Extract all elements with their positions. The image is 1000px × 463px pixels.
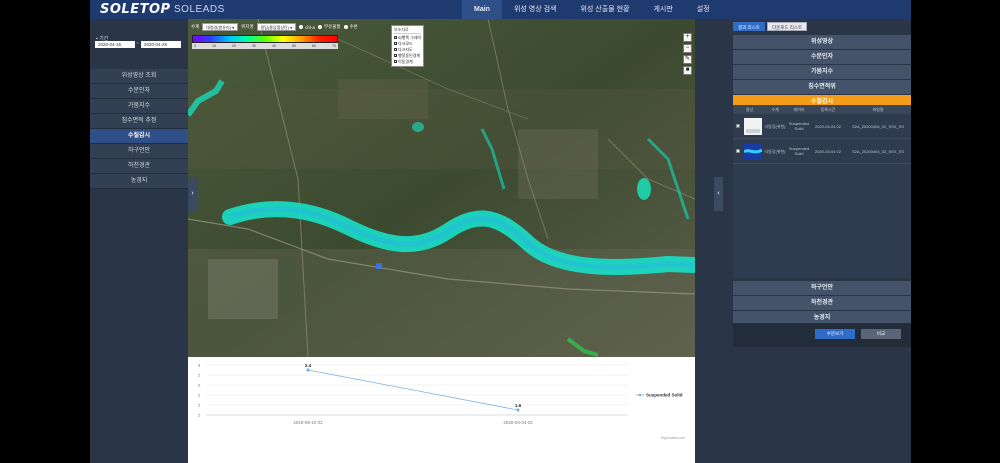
menu-satellite-view[interactable]: 위성영상 조회 bbox=[90, 69, 188, 84]
chevron-left-icon: ‹ bbox=[717, 190, 720, 197]
radio-temperature[interactable]: 수온 bbox=[343, 24, 358, 30]
action-bar: 수문보기 비교 bbox=[733, 323, 911, 347]
y-tick-label: 2 bbox=[198, 373, 201, 378]
menu-flood-area[interactable]: 침수면적 추정 bbox=[90, 114, 188, 129]
checkbox-icon bbox=[394, 36, 397, 40]
category-river-landscape[interactable]: 하천경관 bbox=[733, 296, 911, 311]
view-hydro-button[interactable]: 수문보기 bbox=[815, 329, 855, 339]
radio-chla[interactable]: chl-a bbox=[299, 25, 315, 30]
y-tick-label: 2 bbox=[198, 383, 201, 388]
tab-results[interactable]: 결과 리스트 bbox=[733, 22, 765, 31]
zoom-in-button[interactable]: + bbox=[683, 33, 692, 42]
row-checkbox[interactable] bbox=[736, 149, 740, 153]
color-scale-bar bbox=[192, 35, 338, 43]
checkbox-icon bbox=[394, 60, 397, 64]
map-imagery bbox=[188, 19, 695, 357]
left-menu: 위성영상 조회 수문인자 가뭄지수 침수면적 추정 수질감시 하구언안 하천경관… bbox=[90, 69, 188, 189]
nav-settings[interactable]: 설정 bbox=[685, 0, 722, 19]
date-from-input[interactable]: 2020-04-15 bbox=[95, 41, 135, 48]
layer-panel: 보조자료 씨행쪽 그레이 다크모드 다크지도 행정동인경계 이동경계 bbox=[391, 25, 424, 67]
color-scale-ticks: 0 10 20 30 40 50 60 70 bbox=[192, 43, 338, 49]
nav-output-status[interactable]: 위성 산출물 현황 bbox=[568, 0, 641, 19]
table-row[interactable]: 낙동강(위천) Suspended Solid 2020-04-04 02 S2… bbox=[733, 139, 911, 164]
square-tool-button[interactable]: ■ bbox=[683, 66, 692, 75]
result-table: 영상 수계 데이터 등록시간 파일명 ✓ 낙동강(위천) Suspended S… bbox=[733, 105, 911, 278]
chart-credit: Highcharts.com bbox=[661, 436, 685, 440]
date-to-input[interactable]: 2020-04-28 bbox=[141, 41, 181, 48]
y-tick-label: 2 bbox=[198, 393, 201, 398]
point-label: 위치명 bbox=[241, 24, 254, 29]
map-tools: + − ✎ ■ bbox=[683, 33, 692, 77]
category-list-bottom: 하구언안 하천경관 농경지 bbox=[733, 281, 911, 326]
y-tick-label: 2 bbox=[198, 413, 201, 418]
menu-farmland[interactable]: 농경지 bbox=[90, 174, 188, 189]
x-tick-label: 2020-04-04 02 bbox=[503, 420, 533, 425]
layer-option[interactable]: 이동경계 bbox=[394, 59, 421, 65]
thumbnail-image[interactable] bbox=[743, 117, 762, 135]
nav-main[interactable]: Main bbox=[462, 0, 502, 19]
draw-button[interactable]: ✎ bbox=[683, 55, 692, 64]
main-nav: Main 위성 영상 검색 위성 산출물 현황 게시판 설정 bbox=[462, 0, 722, 19]
data-label: 2.4 bbox=[305, 363, 312, 368]
date-separator: ~ bbox=[136, 41, 139, 47]
right-panel: ‹ 결과 리스트 다운로드 리스트 위성영상 수문인자 가뭄지수 침수면적위 수… bbox=[695, 19, 911, 463]
basin-select[interactable]: 대청경(방유리) ▾ bbox=[202, 23, 239, 31]
chevron-down-icon: ▾ bbox=[232, 25, 235, 30]
data-label: 1.6 bbox=[515, 403, 522, 408]
menu-water-quality[interactable]: 수질감시 bbox=[90, 129, 188, 144]
menu-hydro-factor[interactable]: 수문인자 bbox=[90, 84, 188, 99]
map-toolbar: 수계 대청경(방유리) ▾ 위치명 용담(용담댐상단) ▾ chl-a 부유물질… bbox=[191, 22, 358, 32]
x-tick-label: 2019-05-10 02 bbox=[293, 420, 323, 425]
menu-river-landscape[interactable]: 하천경관 bbox=[90, 159, 188, 174]
timeseries-chart: 3 2 2 2 2 2 2019-05-10 02 2020-04-04 02 2.4 1.6 Su… bbox=[188, 357, 695, 463]
radio-dot-icon bbox=[299, 25, 304, 29]
satellite-map[interactable]: 수계 대청경(방유리) ▾ 위치명 용담(용담댐상단) ▾ chl-a 부유물질… bbox=[188, 19, 695, 357]
category-hydro[interactable]: 수문인자 bbox=[733, 50, 911, 65]
radio-dot-icon bbox=[343, 25, 348, 29]
logo-subtitle: SOLEADS bbox=[174, 4, 225, 15]
legend-label: Suspended Solid bbox=[646, 393, 683, 398]
point-select[interactable]: 용담(용담댐상단) ▾ bbox=[256, 23, 297, 31]
series-line bbox=[307, 369, 519, 411]
nav-satellite-search[interactable]: 위성 영상 검색 bbox=[502, 0, 569, 19]
data-point bbox=[516, 408, 520, 412]
nav-board[interactable]: 게시판 bbox=[641, 0, 684, 19]
category-estuary[interactable]: 하구언안 bbox=[733, 281, 911, 296]
legend-marker bbox=[638, 393, 642, 397]
app-window: SOLETOP SOLEADS Main 위성 영상 검색 위성 산출물 현황 … bbox=[90, 0, 911, 463]
chart-svg: 3 2 2 2 2 2 2019-05-10 02 2020-04-04 02 2.4 1.6 Su… bbox=[198, 363, 685, 441]
data-point bbox=[306, 368, 310, 372]
tab-downloads[interactable]: 다운로드 리스트 bbox=[766, 22, 808, 31]
collapse-left-button[interactable]: › bbox=[188, 177, 197, 211]
y-tick-label: 3 bbox=[198, 363, 201, 368]
layer-panel-title: 보조자료 bbox=[394, 27, 421, 34]
left-sidebar: ▪ 기간 2020-04-15 ~ 2020-04-28 위성영상 조회 수문인… bbox=[90, 19, 188, 463]
chevron-down-icon: ▾ bbox=[290, 25, 293, 30]
category-satellite[interactable]: 위성영상 bbox=[733, 35, 911, 50]
logo[interactable]: SOLETOP bbox=[100, 2, 171, 17]
menu-estuary[interactable]: 하구언안 bbox=[90, 144, 188, 159]
table-header: 영상 수계 데이터 등록시간 파일명 bbox=[733, 105, 911, 114]
checkbox-icon bbox=[394, 42, 397, 46]
category-list: 위성영상 수문인자 가뭄지수 침수면적위 수질감시 bbox=[733, 35, 911, 110]
basin-label: 수계 bbox=[191, 24, 200, 29]
zoom-out-button[interactable]: − bbox=[683, 44, 692, 53]
checkbox-icon bbox=[394, 48, 397, 52]
thumbnail-image[interactable] bbox=[743, 142, 762, 160]
table-row[interactable]: ✓ 낙동강(위천) Suspended Solid 2020-04-04 02 … bbox=[733, 114, 911, 139]
radio-dot-icon bbox=[317, 25, 322, 29]
row-checkbox[interactable]: ✓ bbox=[736, 124, 740, 129]
compare-button[interactable]: 비교 bbox=[861, 329, 901, 339]
chevron-right-icon: › bbox=[191, 190, 194, 197]
result-tabs: 결과 리스트 다운로드 리스트 bbox=[733, 22, 808, 31]
top-header: SOLETOP SOLEADS Main 위성 영상 검색 위성 산출물 현황 … bbox=[90, 0, 911, 19]
category-flood[interactable]: 침수면적위 bbox=[733, 80, 911, 95]
category-drought[interactable]: 가뭄지수 bbox=[733, 65, 911, 80]
y-tick-label: 2 bbox=[198, 403, 201, 408]
collapse-right-button[interactable]: ‹ bbox=[714, 177, 723, 211]
radio-suspended[interactable]: 부유물질 bbox=[317, 24, 341, 30]
menu-drought-index[interactable]: 가뭄지수 bbox=[90, 99, 188, 114]
checkbox-icon bbox=[394, 54, 397, 58]
